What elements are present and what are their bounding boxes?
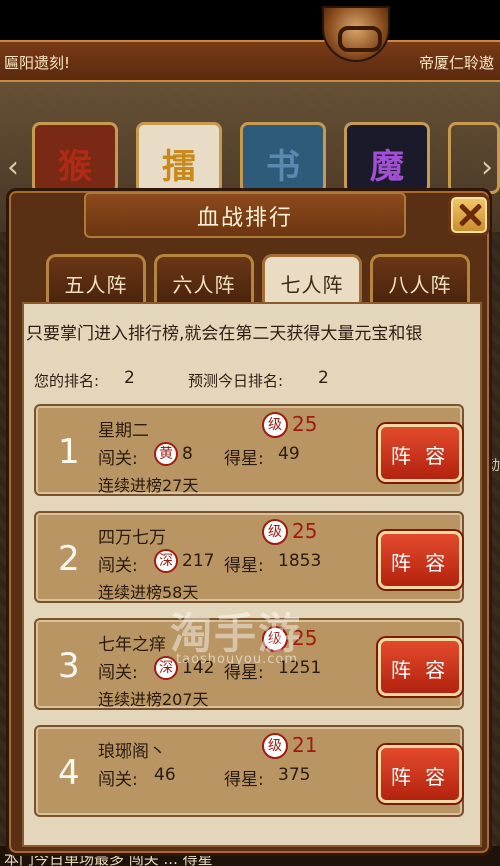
scroll-left-arrow-icon[interactable]: ‹: [2, 150, 24, 186]
player-level: 25: [292, 412, 318, 436]
lineup-button-label: 阵 容: [390, 551, 450, 575]
stage-label: 闯关:: [98, 556, 138, 576]
activity-glyph: 猴: [58, 147, 92, 187]
activity-icon-arena[interactable]: 擂: [136, 122, 222, 194]
lineup-button[interactable]: 阵 容: [378, 424, 462, 482]
rank-number: 2: [58, 539, 80, 579]
stage-label: 闯关:: [98, 663, 138, 683]
level-badge-icon: 级: [262, 733, 288, 759]
player-name: 四万七万: [98, 528, 166, 548]
stage-value: 46: [154, 765, 176, 785]
lineup-button[interactable]: 阵 容: [378, 638, 462, 696]
top-bar: [0, 0, 500, 40]
your-rank-value: 2: [124, 368, 135, 388]
tab-six-formation[interactable]: 六人阵: [154, 254, 254, 304]
activity-icon-demon[interactable]: 魔: [344, 122, 430, 194]
predicted-rank-label: 预测今日排名:: [188, 372, 284, 390]
activity-icon-book[interactable]: 书: [240, 122, 326, 194]
rank-number: 4: [58, 753, 80, 793]
player-level: 25: [292, 519, 318, 543]
difficulty-badge-icon: 黄: [154, 442, 178, 466]
rank-number: 1: [58, 432, 80, 472]
star-label: 得星:: [224, 449, 264, 469]
tab-label: 七人阵: [280, 273, 344, 297]
stage-value: 217: [182, 551, 215, 571]
star-label: 得星:: [224, 556, 264, 576]
tab-eight-formation[interactable]: 八人阵: [370, 254, 470, 304]
tab-five-formation[interactable]: 五人阵: [46, 254, 146, 304]
activity-icon-partial[interactable]: [448, 122, 500, 194]
lineup-button[interactable]: 阵 容: [378, 745, 462, 803]
player-level: 21: [292, 733, 318, 757]
close-button[interactable]: [448, 194, 490, 236]
predicted-rank-value: 2: [318, 368, 329, 388]
announcement-marquee: 匾阳遗刻! 帝厦仁聆遨: [0, 40, 500, 82]
stage-label: 闯关:: [98, 449, 138, 469]
lineup-button[interactable]: 阵 容: [378, 531, 462, 589]
star-value: 375: [278, 765, 311, 785]
player-name: 七年之痒: [98, 635, 166, 655]
ranking-row: 1 星期二 级 25 闯关: 黄 8 得星: 49 连续进榜27天 阵 容: [34, 404, 464, 496]
streak-text: 连续进榜27天: [98, 476, 199, 495]
activity-glyph: 魔: [370, 147, 404, 187]
activity-glyph: 擂: [162, 147, 196, 187]
tab-label: 五人阵: [64, 273, 128, 297]
player-name: 琅琊阁丶: [98, 742, 166, 762]
marquee-right-text: 帝厦仁聆遨: [418, 54, 494, 72]
stage-value: 8: [182, 444, 193, 464]
tab-label: 八人阵: [388, 273, 452, 297]
watermark-url: taoshouyou.com: [176, 652, 299, 667]
ranking-row: 2 四万七万 级 25 闯关: 深 217 得星: 1853 连续进榜58天 阵…: [34, 511, 464, 603]
tab-seven-formation[interactable]: 七人阵: [262, 254, 362, 306]
reward-notice: 只要掌门进入排行榜,就会在第二天获得大量元宝和银: [26, 324, 423, 344]
lineup-button-label: 阵 容: [390, 658, 450, 682]
lineup-button-label: 阵 容: [390, 444, 450, 468]
rank-number: 3: [58, 646, 80, 686]
tab-label: 六人阵: [172, 273, 236, 297]
level-badge-icon: 级: [262, 412, 288, 438]
marquee-left-text: 匾阳遗刻!: [4, 54, 71, 72]
star-label: 得星:: [224, 770, 264, 790]
star-value: 1853: [278, 551, 322, 571]
lineup-button-label: 阵 容: [390, 765, 450, 789]
player-name: 星期二: [98, 421, 149, 441]
streak-text: 连续进榜207天: [98, 690, 209, 709]
your-rank-label: 您的排名:: [34, 372, 100, 390]
star-value: 49: [278, 444, 300, 464]
stage-label: 闯关:: [98, 770, 138, 790]
ranking-row: 4 琅琊阁丶 级 21 闯关: 46 得星: 375 阵 容: [34, 725, 464, 817]
level-badge-icon: 级: [262, 519, 288, 545]
activity-icon-monkey[interactable]: 猴: [32, 122, 118, 194]
activity-glyph: 书: [266, 147, 300, 187]
difficulty-badge-icon: 深: [154, 549, 178, 573]
dialog-title: 血战排行: [196, 206, 293, 231]
